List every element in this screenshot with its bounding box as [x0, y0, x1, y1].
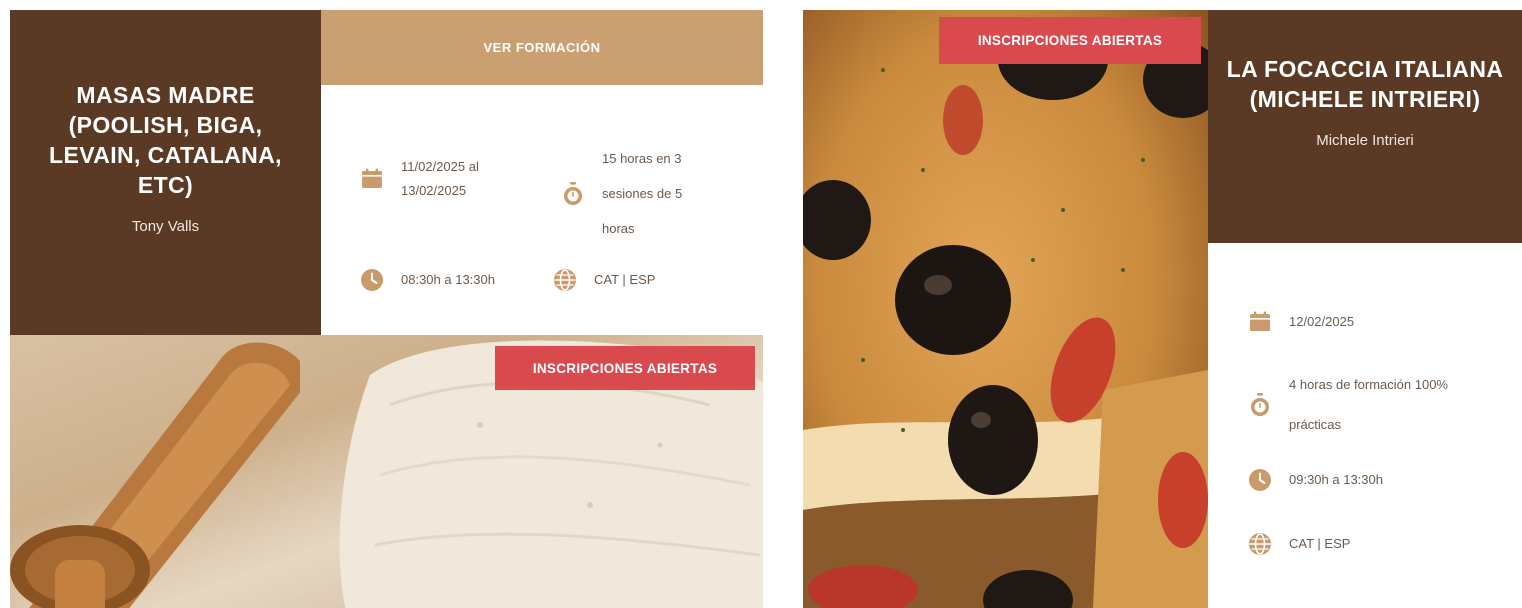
stopwatch-icon — [1248, 393, 1272, 417]
course-instructor: Michele Intrieri — [1316, 132, 1414, 149]
course-language: CAT | ESP — [1248, 532, 1350, 556]
course-duration: 15 horas en 3 sesiones de 5 horas — [561, 141, 682, 246]
clock-icon — [1248, 468, 1272, 492]
registration-open-badge: INSCRIPCIONES ABIERTAS — [495, 346, 755, 390]
clock-icon — [360, 268, 384, 292]
course-duration-line2: prácticas — [1289, 417, 1342, 432]
view-course-button[interactable]: VER FORMACIÓN — [321, 10, 763, 85]
course-duration-line2: sesiones de 5 — [602, 186, 683, 201]
calendar-icon — [360, 167, 384, 191]
course-info-panel: 12/02/2025 4 horas de formación 100% prá… — [1208, 243, 1522, 608]
course-duration-line3: horas — [602, 221, 635, 236]
course-instructor: Tony Valls — [131, 218, 200, 235]
course-duration-line1: 4 horas de formación 100% — [1289, 377, 1448, 392]
card-gutter — [763, 10, 803, 608]
stopwatch-icon — [561, 181, 585, 206]
course-language: CAT | ESP — [553, 268, 655, 292]
registration-open-badge: INSCRIPCIONES ABIERTAS — [939, 17, 1201, 64]
course-date-start: 11/02/2025 al — [401, 159, 479, 174]
course-time-text: 08:30h a 13:30h — [401, 272, 495, 287]
calendar-icon — [1248, 310, 1272, 334]
course-image-focaccia[interactable] — [803, 10, 1208, 608]
focaccia-illustration — [803, 10, 1208, 608]
course-time-text: 09:30h a 13:30h — [1289, 472, 1383, 487]
course-info-panel: 11/02/2025 al 13/02/2025 15 horas en 3 s… — [321, 85, 763, 335]
globe-icon — [553, 268, 577, 292]
course-title[interactable]: LA FOCACCIA ITALIANA (MICHELE INTRIERI) — [1208, 54, 1522, 114]
course-time: 08:30h a 13:30h — [360, 268, 495, 292]
course-language-text: CAT | ESP — [1289, 536, 1351, 551]
course-date: 12/02/2025 — [1248, 310, 1354, 334]
course-date: 11/02/2025 al 13/02/2025 — [360, 155, 479, 203]
course-grid: MASAS MADRE (POOLISH, BIGA, LEVAIN, CATA… — [10, 10, 1522, 608]
course-duration-line1: 15 horas en 3 — [602, 151, 682, 166]
course-time: 09:30h a 13:30h — [1248, 468, 1383, 492]
rolling-pin-illustration — [10, 342, 300, 608]
course-card-focaccia-header[interactable]: LA FOCACCIA ITALIANA (MICHELE INTRIERI) … — [1208, 10, 1522, 243]
course-date-end: 13/02/2025 — [401, 183, 467, 198]
course-duration: 4 horas de formación 100% prácticas — [1248, 365, 1448, 445]
course-card-masas-madre-header[interactable]: MASAS MADRE (POOLISH, BIGA, LEVAIN, CATA… — [10, 10, 321, 335]
globe-icon — [1248, 532, 1272, 556]
course-language-text: CAT | ESP — [594, 272, 656, 287]
course-title[interactable]: MASAS MADRE (POOLISH, BIGA, LEVAIN, CATA… — [10, 80, 321, 200]
course-date-text: 12/02/2025 — [1289, 314, 1355, 329]
